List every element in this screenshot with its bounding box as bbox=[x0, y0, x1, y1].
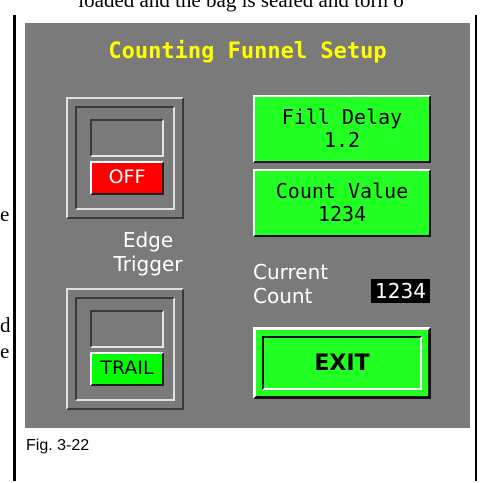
document-text-fragment: d bbox=[0, 313, 11, 337]
toggle-button-off[interactable]: OFF bbox=[66, 97, 184, 219]
fill-delay-label: Fill Delay bbox=[281, 105, 403, 129]
edge-trigger-label: Edge Trigger bbox=[73, 228, 223, 276]
fill-delay-value: 1.2 bbox=[323, 128, 361, 152]
hmi-screen: Counting Funnel Setup OFF Edge Trigger T… bbox=[25, 23, 470, 428]
current-count-display: 1234 bbox=[371, 279, 430, 303]
count-value-button[interactable]: Count Value 1234 bbox=[253, 169, 431, 237]
document-text-top: loaded and the bag is sealed and torn o bbox=[78, 0, 404, 12]
edge-trigger-toggle[interactable]: TRAIL bbox=[66, 288, 184, 410]
current-count-label-line2: Count bbox=[253, 284, 313, 308]
exit-button-label: EXIT bbox=[262, 336, 422, 390]
toggle-bezel: OFF bbox=[75, 106, 175, 210]
document-text-fragment: e bbox=[0, 339, 10, 363]
toggle-bezel: TRAIL bbox=[75, 297, 175, 401]
state-indicator-trail: TRAIL bbox=[90, 352, 164, 386]
current-count-label: Current Count bbox=[253, 260, 328, 308]
screen-title: Counting Funnel Setup bbox=[108, 39, 387, 64]
indicator-lamp bbox=[90, 119, 164, 157]
figure-caption: Fig. 3-22 bbox=[26, 437, 90, 454]
current-count-label-line1: Current bbox=[253, 260, 329, 284]
indicator-lamp bbox=[90, 310, 164, 348]
fill-delay-button[interactable]: Fill Delay 1.2 bbox=[253, 95, 431, 163]
edge-trigger-label-line2: Trigger bbox=[113, 252, 183, 276]
edge-trigger-label-line1: Edge bbox=[122, 228, 174, 252]
count-value-value: 1234 bbox=[317, 202, 367, 226]
document-text-fragment: e bbox=[0, 202, 10, 226]
count-value-label: Count Value bbox=[275, 179, 409, 203]
exit-button[interactable]: EXIT bbox=[253, 327, 431, 399]
state-indicator-off: OFF bbox=[90, 161, 164, 195]
